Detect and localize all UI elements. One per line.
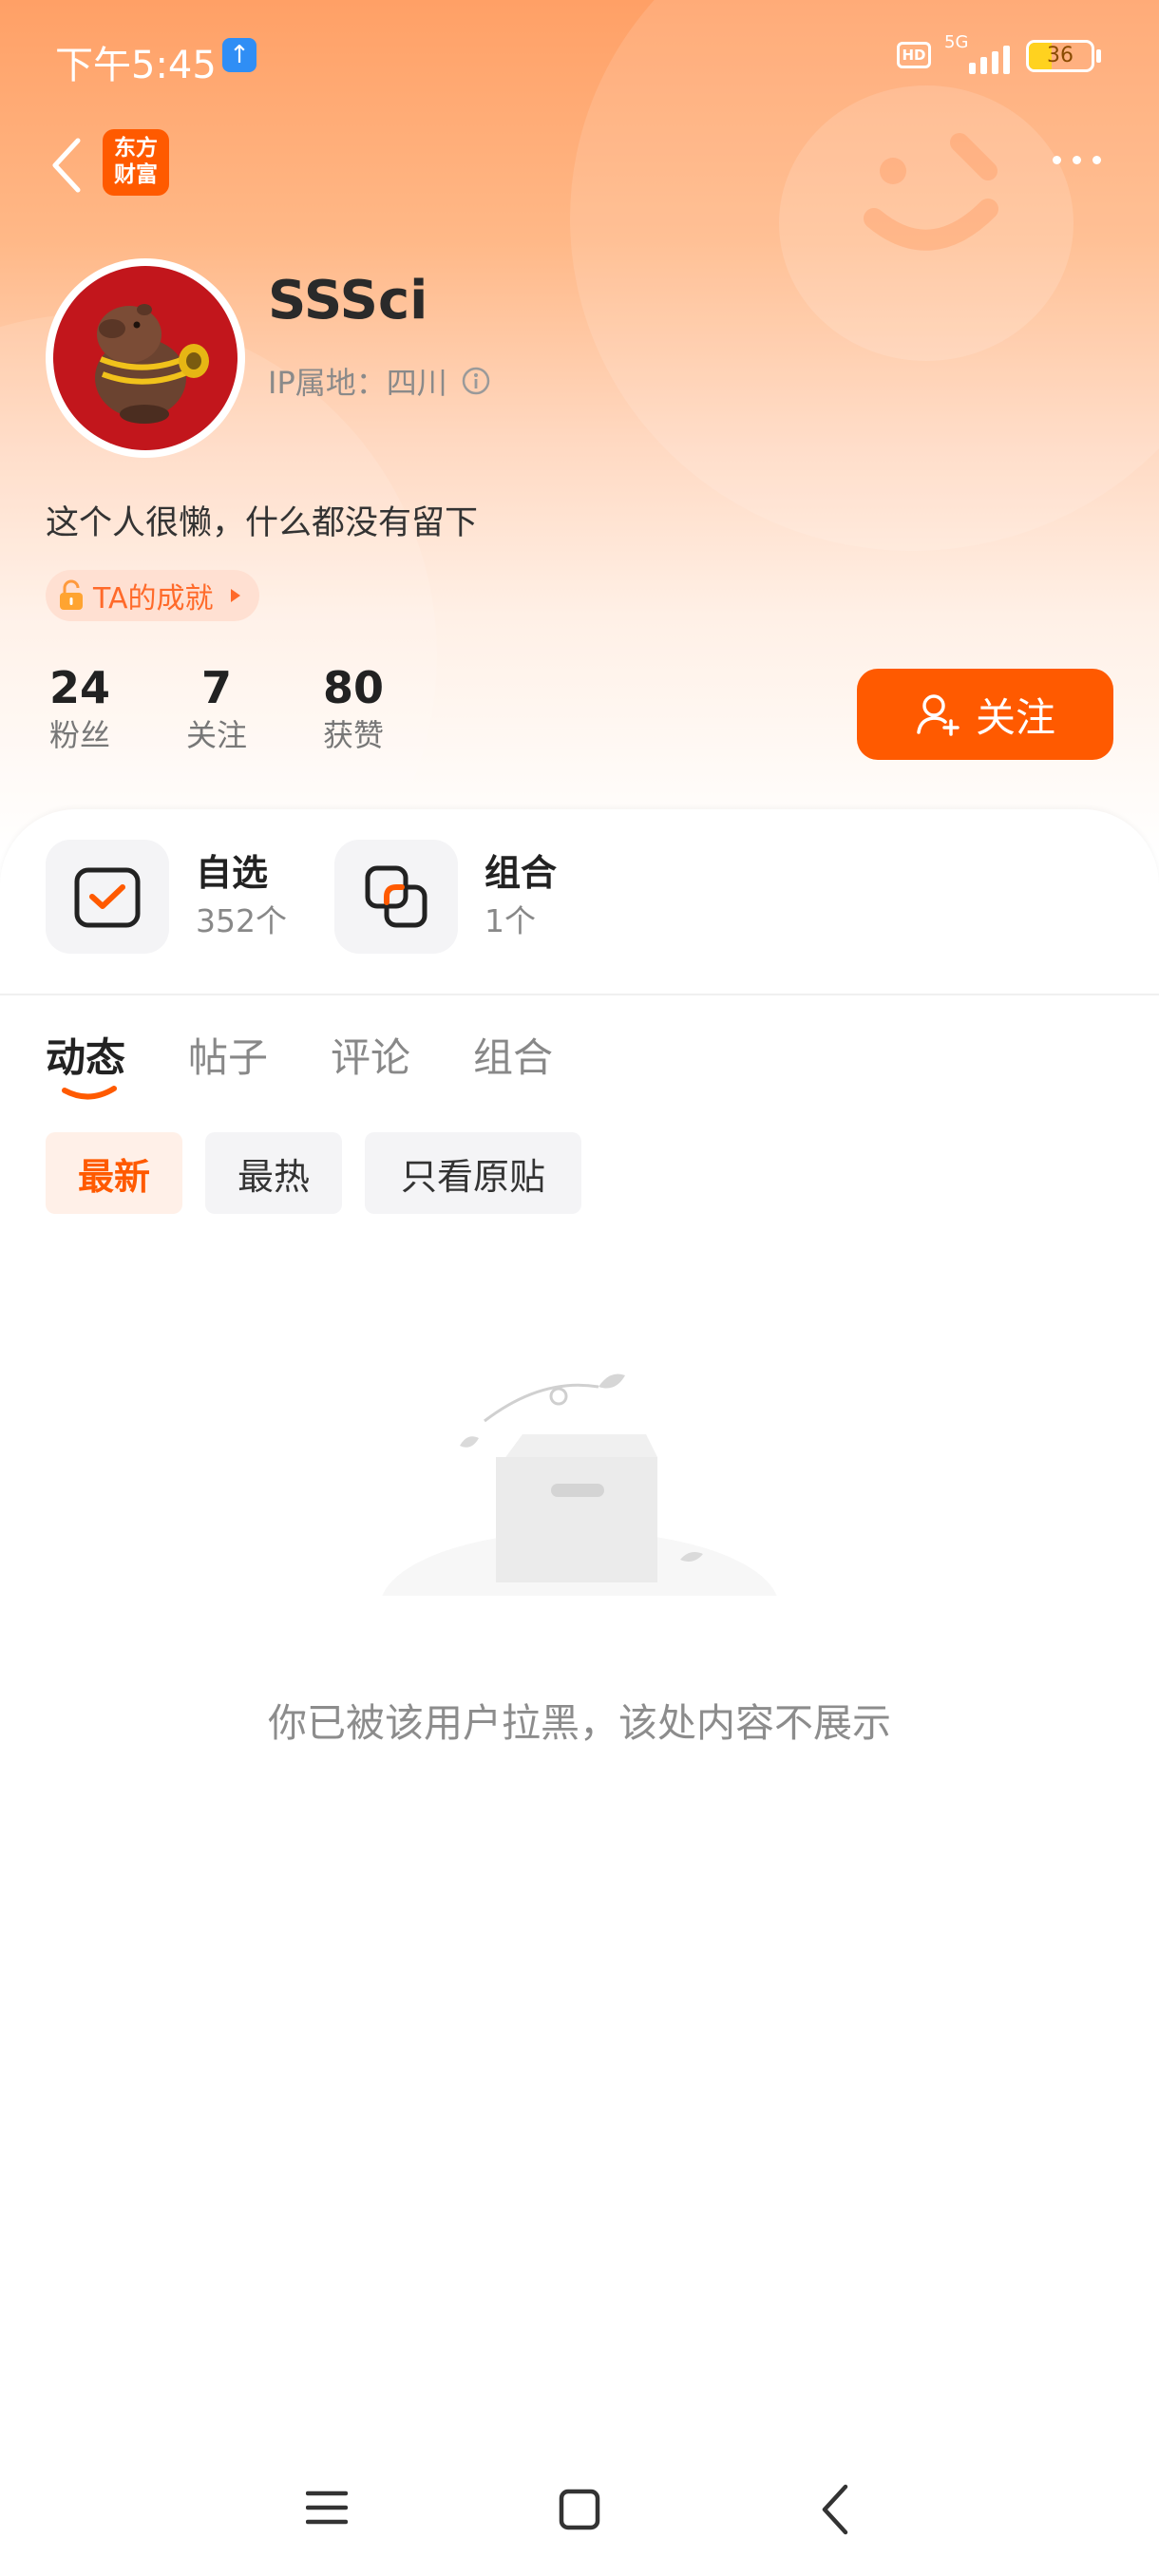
username: SSSci xyxy=(268,270,428,331)
stat-value: 24 xyxy=(48,662,110,713)
stat-followers[interactable]: 24 粉丝 xyxy=(46,661,114,756)
empty-state-message: 你已被该用户拉黑，该处内容不展示 xyxy=(268,1700,891,1746)
follow-button-label: 关注 xyxy=(975,693,1055,741)
stat-label: 粉丝 xyxy=(48,717,110,753)
stat-value: 80 xyxy=(322,662,384,713)
watchlist-icon-box xyxy=(46,840,169,954)
info-icon[interactable] xyxy=(461,366,491,396)
portfolio-icon-box xyxy=(334,840,458,954)
watchlist-check-icon xyxy=(74,867,141,928)
ip-location-text: IP属地：四川 xyxy=(268,365,447,401)
battery-level: 36 xyxy=(1047,44,1074,67)
filter-latest[interactable]: 最新 xyxy=(46,1132,182,1214)
stat-label: 关注 xyxy=(185,717,247,753)
status-time: 下午5:45 xyxy=(55,44,217,87)
filter-original-only[interactable]: 只看原贴 xyxy=(365,1132,581,1214)
ip-location-row: IP属地：四川 xyxy=(268,359,491,403)
stat-label: 获赞 xyxy=(322,717,384,753)
tab-portfolios[interactable]: 组合 xyxy=(473,1026,553,1084)
quick-link-portfolio[interactable]: 组合 1个 xyxy=(334,840,557,954)
more-dots-icon[interactable] xyxy=(1053,156,1101,164)
empty-box-icon xyxy=(361,1373,798,1624)
avatar[interactable] xyxy=(46,258,245,458)
back-chevron-icon[interactable] xyxy=(819,2483,849,2536)
tab-comments[interactable]: 评论 xyxy=(331,1026,410,1084)
stat-likes[interactable]: 80 获赞 xyxy=(319,661,388,756)
menu-icon[interactable] xyxy=(306,2489,348,2527)
stat-value: 7 xyxy=(200,662,232,713)
filter-hot[interactable]: 最热 xyxy=(205,1132,342,1214)
quick-link-title: 自选 xyxy=(196,852,269,894)
home-square-icon[interactable] xyxy=(559,2489,600,2530)
quick-link-subtitle: 1个 xyxy=(484,902,536,939)
logo-line-2: 财富 xyxy=(114,162,158,187)
achievement-label: TA的成就 xyxy=(93,582,214,616)
network-type: 5G xyxy=(944,32,969,52)
section-divider xyxy=(0,994,1159,995)
bio-text: 这个人很懒，什么都没有留下 xyxy=(46,504,479,542)
add-user-icon xyxy=(917,694,960,736)
battery-icon: 36 xyxy=(1026,40,1094,72)
logo-line-1: 东方 xyxy=(114,136,158,161)
capybara-avatar-image xyxy=(53,266,238,450)
caret-right-icon xyxy=(230,589,240,602)
tab-activity[interactable]: 动态 xyxy=(46,1026,125,1084)
hd-indicator: HD xyxy=(897,42,931,68)
decorative-smile-icon xyxy=(864,133,998,251)
quick-link-subtitle: 352个 xyxy=(196,902,287,939)
battery-tip xyxy=(1096,49,1101,63)
achievement-badge[interactable]: TA的成就 xyxy=(46,570,259,621)
quick-link-title: 组合 xyxy=(484,852,558,894)
portfolio-icon xyxy=(365,865,428,928)
upload-notification-icon: ↑ xyxy=(222,38,256,72)
tab-posts[interactable]: 帖子 xyxy=(188,1026,268,1084)
active-tab-indicator xyxy=(62,1086,117,1100)
app-logo: 东方 财富 xyxy=(103,129,169,196)
signal-strength-icon xyxy=(969,42,1010,74)
back-chevron-icon[interactable] xyxy=(48,137,86,194)
follow-button[interactable]: 关注 xyxy=(857,669,1113,760)
quick-link-watchlist[interactable]: 自选 352个 xyxy=(46,840,287,954)
lock-icon xyxy=(60,579,83,610)
stat-following[interactable]: 7 关注 xyxy=(182,661,251,756)
